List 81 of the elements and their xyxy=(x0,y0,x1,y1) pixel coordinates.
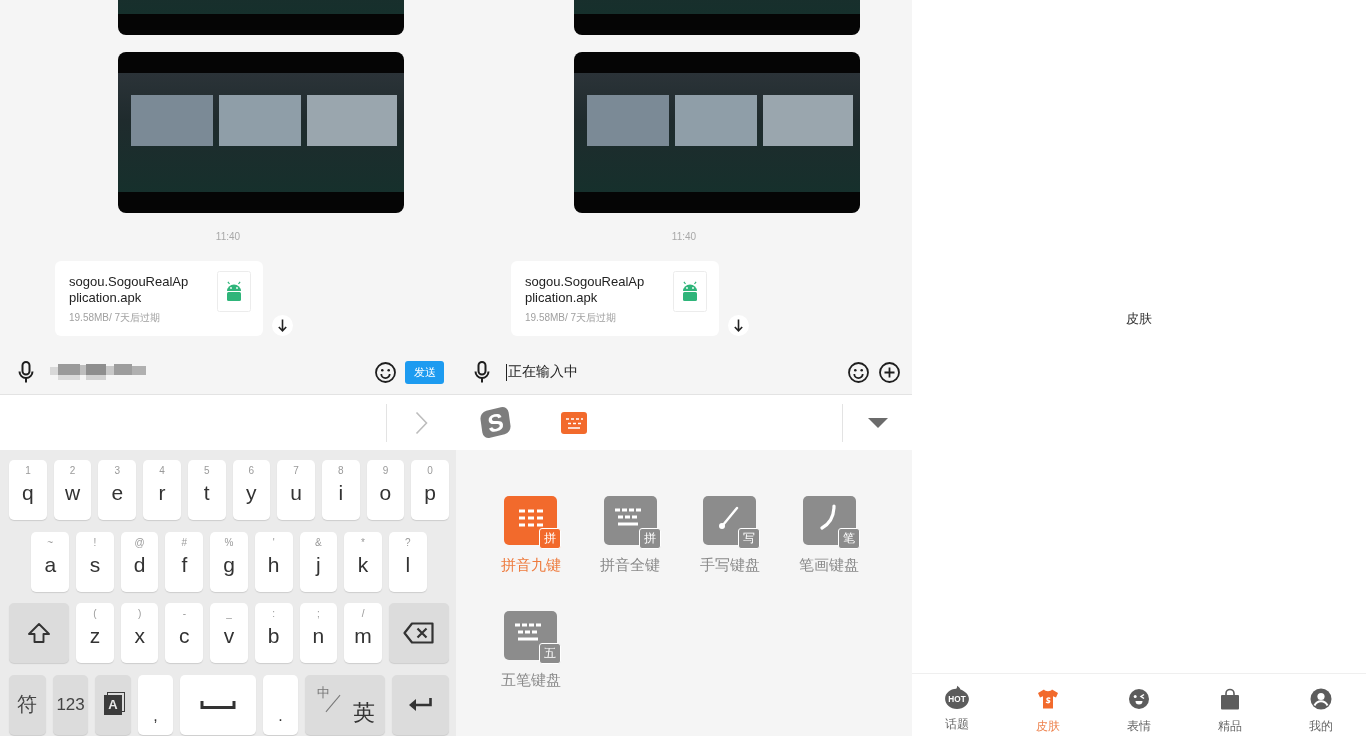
smiley-icon[interactable] xyxy=(375,361,396,383)
file-card[interactable]: sogou.SogouRealApplication.apk 19.58MB/ 7天后过期 xyxy=(55,261,263,336)
keyboard-key[interactable]: ~ a xyxy=(31,531,70,592)
message-input[interactable]: 正在输入中 xyxy=(506,357,838,387)
smiley-icon[interactable] xyxy=(848,361,869,383)
punctuation-key[interactable]: . xyxy=(262,674,299,735)
robot-icon xyxy=(673,271,707,312)
keyboard-key[interactable]: ! s xyxy=(76,531,114,592)
punctuation-key[interactable]: , xyxy=(137,674,174,735)
keyboard-key[interactable]: / m xyxy=(344,603,382,663)
timestamp: 11:40 xyxy=(215,230,241,244)
enter-key[interactable] xyxy=(391,674,449,735)
pen-stroke-icon xyxy=(703,496,757,545)
keyboard-icon xyxy=(603,496,657,545)
keyboard-key[interactable]: 2 w xyxy=(53,460,92,520)
layout-badge: 笔 xyxy=(837,528,860,549)
keyboard-key[interactable]: ; n xyxy=(299,603,338,663)
keyboard-icon[interactable] xyxy=(561,411,587,434)
layout-badge: 写 xyxy=(738,528,761,549)
keyboard-key[interactable]: # f xyxy=(165,531,204,592)
user-icon xyxy=(1308,687,1333,711)
space-key[interactable] xyxy=(180,674,256,735)
keyboard-key[interactable]: 8 i xyxy=(321,460,360,520)
keyboard-key[interactable]: 7 u xyxy=(277,460,315,520)
numbers-key[interactable]: 123 xyxy=(52,674,89,735)
photo-placeholder[interactable] xyxy=(118,52,404,213)
language-switch-key[interactable]: 中 英 xyxy=(305,674,385,735)
backspace-icon xyxy=(403,622,435,644)
keyboard-key[interactable]: 3 e xyxy=(98,460,137,520)
curved-stroke-icon xyxy=(802,496,856,545)
keyboard-key[interactable]: - c xyxy=(165,603,204,663)
robot-icon xyxy=(217,271,251,312)
shift-key[interactable] xyxy=(9,603,70,663)
keyboard-mode-key[interactable]: A xyxy=(95,674,131,735)
keyboard-key[interactable]: 9 o xyxy=(366,460,405,520)
layout-badge: 拼 xyxy=(539,528,562,549)
nav-tab[interactable]: 表情 xyxy=(1109,674,1169,735)
layout-badge: 拼 xyxy=(638,528,661,549)
keyboard-key[interactable]: 0 p xyxy=(411,460,449,520)
t-shirt-icon xyxy=(1036,687,1061,711)
backspace-key[interactable] xyxy=(388,603,449,663)
photo-placeholder[interactable] xyxy=(574,52,860,213)
winking-face-icon xyxy=(1127,687,1151,711)
triangle-down-icon[interactable] xyxy=(867,417,888,428)
keyboard-key[interactable]: % g xyxy=(210,531,248,592)
enter-icon xyxy=(407,697,433,712)
logo[interactable]: S xyxy=(479,405,512,440)
download-icon[interactable] xyxy=(728,315,749,336)
timestamp: 11:40 xyxy=(671,230,697,244)
keyboard-key[interactable]: ' h xyxy=(254,531,293,592)
keyboard-key[interactable]: ? l xyxy=(388,531,427,592)
shift-icon xyxy=(27,622,52,644)
page-label: 皮肤 xyxy=(1126,311,1152,327)
keyboard-key[interactable]: 5 t xyxy=(187,460,226,520)
keyboard-key[interactable]: ( z xyxy=(76,603,114,663)
file-info: 19.58MB/ 7天后过期 xyxy=(69,312,162,324)
keyboard-key[interactable]: _ v xyxy=(210,603,248,663)
file-info: 19.58MB/ 7天后过期 xyxy=(525,312,618,324)
nav-tab[interactable]: 精品 xyxy=(1199,674,1260,735)
file-card[interactable]: sogou.SogouRealApplication.apk 19.58MB/ 7天后过期 xyxy=(511,261,719,336)
keyboard-key[interactable]: 6 y xyxy=(232,460,271,520)
keypad-icon xyxy=(504,496,558,545)
space-bar-icon xyxy=(199,699,236,710)
microphone-icon[interactable] xyxy=(474,361,490,383)
keyboard-key[interactable]: ) x xyxy=(120,603,159,663)
layout-badge: 五 xyxy=(539,643,562,664)
file-name: sogou.SogouRealApplication.apk xyxy=(525,274,646,306)
keyboard-key[interactable]: @ d xyxy=(120,531,159,592)
keyboard-key[interactable]: & j xyxy=(299,531,338,592)
download-icon[interactable] xyxy=(272,315,293,336)
file-name: sogou.SogouRealApplication.apk xyxy=(69,274,190,306)
keyboard-key[interactable]: * k xyxy=(344,531,382,592)
nav-tab[interactable]: 我的 xyxy=(1290,674,1351,735)
microphone-icon[interactable] xyxy=(18,361,34,383)
keyboard-icon xyxy=(504,611,558,660)
keyboard-key[interactable]: : b xyxy=(254,603,293,663)
add-icon[interactable] xyxy=(879,361,900,383)
keyboard-key[interactable]: 1 q xyxy=(9,460,47,520)
text-cursor xyxy=(506,363,507,381)
keyboard-key[interactable]: 4 r xyxy=(143,460,181,520)
symbols-key[interactable]: 符 xyxy=(9,674,46,735)
